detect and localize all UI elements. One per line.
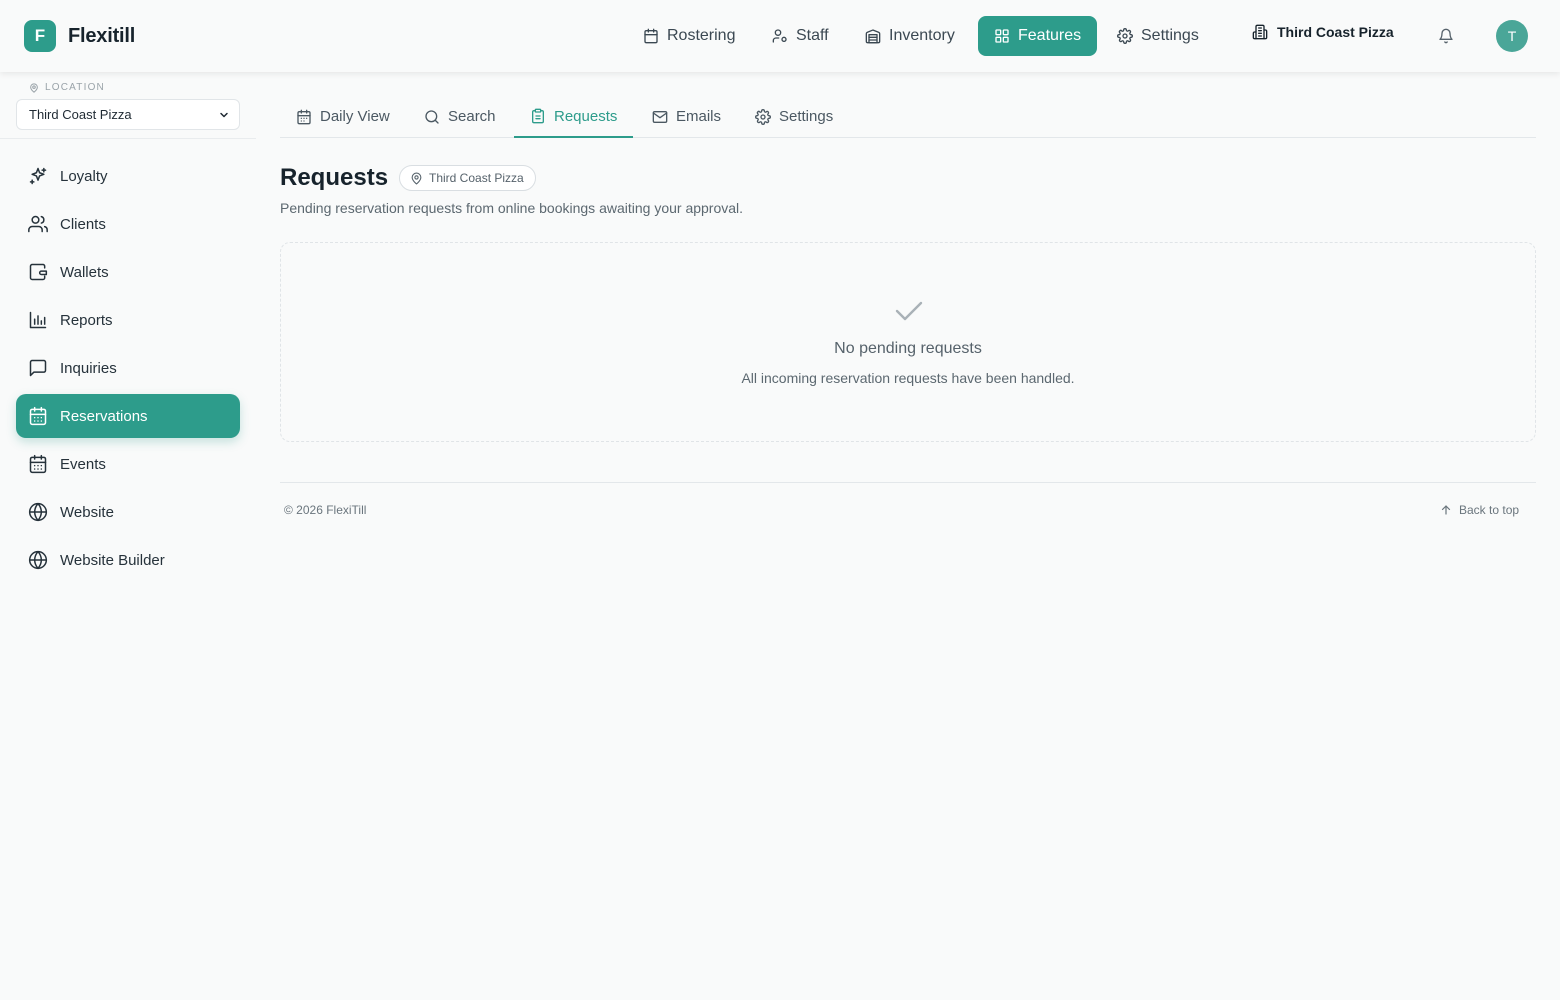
calendar-days-icon — [29, 406, 47, 426]
topnav-label: Settings — [1141, 27, 1199, 44]
topnav-label: Inventory — [889, 27, 955, 44]
sidebar-item-label: Website Builder — [60, 551, 165, 569]
location-select[interactable]: Third Coast Pizza — [16, 99, 240, 130]
sidebar: LOCATION Third Coast Pizza Loyalty Clien… — [0, 72, 256, 1000]
map-pin-icon — [30, 82, 38, 93]
check-icon — [895, 301, 923, 321]
sidebar-item-clients[interactable]: Clients — [16, 202, 240, 246]
sidebar-item-label: Website — [60, 503, 114, 521]
message-square-icon — [29, 359, 47, 377]
tab-label: Emails — [676, 108, 722, 125]
gear-icon — [755, 108, 771, 125]
chevron-down-icon — [220, 112, 228, 117]
sidebar-item-label: Reports — [60, 311, 113, 329]
app-name: Flexitill — [68, 24, 136, 47]
sidebar-item-label: Inquiries — [60, 359, 117, 377]
warehouse-icon — [865, 29, 881, 44]
topnav-inventory[interactable]: Inventory — [849, 16, 971, 56]
top-navbar: F Flexitill Rostering Staff Inventory Fe… — [0, 0, 1560, 72]
tab-label: Search — [448, 108, 496, 125]
sidebar-item-website[interactable]: Website — [16, 490, 240, 534]
tab-label: Settings — [779, 108, 834, 125]
search-icon — [425, 109, 439, 124]
sidebar-item-label: Events — [60, 455, 106, 473]
bell-icon[interactable] — [1438, 28, 1454, 44]
footer-divider — [280, 482, 1536, 483]
sidebar-divider — [0, 138, 256, 139]
location-chip-label: Third Coast Pizza — [429, 171, 524, 185]
tab-label: Requests — [554, 107, 618, 125]
globe-icon — [28, 502, 48, 522]
globe-icon — [28, 550, 48, 570]
arrow-up-icon — [1441, 505, 1451, 515]
logo-mark: F — [24, 20, 56, 52]
empty-state: No pending requests All incoming reserva… — [280, 242, 1536, 442]
user-cog-icon — [772, 29, 787, 43]
sidebar-item-label: Loyalty — [60, 167, 108, 185]
empty-state-subtitle: All incoming reservation requests have b… — [741, 370, 1075, 386]
page-title: Requests — [280, 164, 389, 191]
wallet-icon — [29, 263, 48, 281]
sidebar-item-label: Reservations — [60, 407, 148, 425]
location-label: LOCATION — [29, 82, 105, 93]
brand[interactable]: F Flexitill — [24, 20, 135, 52]
sparkles-icon — [29, 167, 47, 185]
calendar-icon — [644, 28, 658, 44]
gear-icon — [1117, 28, 1133, 44]
map-pin-icon — [411, 172, 422, 184]
location-name: Third Coast Pizza — [1277, 24, 1394, 40]
topnav-label: Staff — [796, 27, 829, 44]
tab-settings[interactable]: Settings — [739, 96, 849, 137]
mail-icon — [652, 110, 668, 123]
copyright: © 2026 FlexiTill — [284, 503, 367, 517]
calendar-icon — [297, 109, 311, 124]
topnav-features[interactable]: Features — [978, 16, 1098, 56]
location-select-value: Third Coast Pizza — [29, 107, 132, 122]
sidebar-item-label: Clients — [60, 215, 106, 233]
back-to-top-label: Back to top — [1459, 503, 1520, 517]
building-icon — [1252, 24, 1268, 40]
sidebar-item-label: Wallets — [60, 263, 109, 281]
back-to-top-link[interactable]: Back to top — [1440, 503, 1519, 517]
topnav-rostering[interactable]: Rostering — [627, 16, 751, 56]
sidebar-item-reservations[interactable]: Reservations — [16, 394, 240, 438]
bar-chart-icon — [29, 311, 47, 329]
empty-state-title: No pending requests — [834, 340, 982, 357]
location-switcher[interactable]: Third Coast Pizza — [1252, 24, 1394, 40]
page-subtitle: Pending reservation requests from online… — [280, 200, 744, 216]
sidebar-item-reports[interactable]: Reports — [16, 298, 240, 342]
sidebar-item-inquiries[interactable]: Inquiries — [16, 346, 240, 390]
sidebar-item-wallets[interactable]: Wallets — [16, 250, 240, 294]
users-icon — [28, 215, 48, 233]
topnav-label: Features — [1018, 27, 1082, 44]
sidebar-item-loyalty[interactable]: Loyalty — [16, 154, 240, 198]
topnav-staff[interactable]: Staff — [756, 16, 845, 56]
sidebar-item-events[interactable]: Events — [16, 442, 240, 486]
avatar[interactable]: T — [1496, 20, 1528, 52]
topnav-label: Rostering — [667, 27, 736, 44]
reservation-tabs: Daily View Search Requests Emails Settin… — [280, 96, 1536, 138]
tab-requests[interactable]: Requests — [514, 96, 634, 138]
tab-label: Daily View — [320, 108, 390, 125]
tab-daily-view[interactable]: Daily View — [280, 96, 406, 137]
location-chip: Third Coast Pizza — [399, 165, 536, 191]
tab-search[interactable]: Search — [408, 96, 512, 137]
clipboard-icon — [532, 108, 544, 124]
sidebar-item-website-builder[interactable]: Website Builder — [16, 538, 240, 582]
calendar-days-icon — [29, 454, 47, 474]
topnav-settings[interactable]: Settings — [1101, 16, 1215, 56]
grid-icon — [995, 29, 1009, 43]
location-label-text: LOCATION — [45, 82, 105, 93]
tab-emails[interactable]: Emails — [636, 96, 737, 137]
